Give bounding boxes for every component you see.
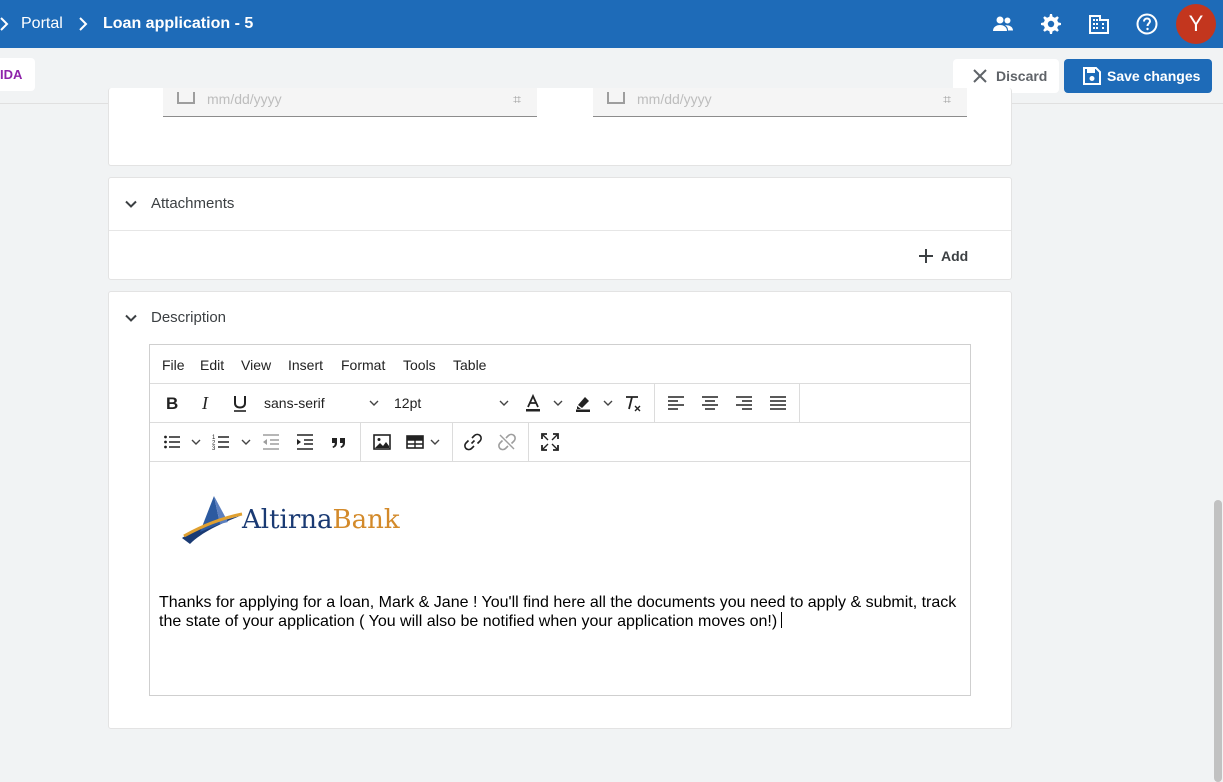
chevron-down-icon[interactable] [603,398,613,408]
attachments-header[interactable]: Attachments [109,178,1011,230]
image-icon[interactable] [372,432,392,452]
rich-text-editor: File Edit View Insert Format Tools Table… [149,344,971,696]
editor-paragraph: Thanks for applying for a loan, Mark & J… [159,594,967,631]
underline-icon[interactable] [230,393,250,413]
close-icon [973,69,987,83]
chevron-down-icon[interactable] [369,398,379,408]
breadcrumb-chevron-icon [79,17,88,31]
editor-toolbar-row-2: 123 [150,423,970,462]
top-bar: Portal Loan application - 5 Y [0,0,1223,48]
align-justify-icon[interactable] [768,393,788,413]
indent-icon[interactable] [295,432,315,452]
record-chip[interactable]: IDA [0,58,35,91]
menu-insert[interactable]: Insert [288,357,323,373]
align-left-icon[interactable] [666,393,686,413]
bullet-list-icon[interactable] [162,432,182,452]
save-button-label: Save changes [1107,68,1201,84]
end-date-placeholder: mm/dd/yyyy [637,91,712,107]
save-icon [1083,67,1101,85]
menu-table[interactable]: Table [453,357,486,373]
description-header[interactable]: Description [109,292,1011,344]
breadcrumb-chevron-icon [0,17,9,31]
description-title: Description [151,309,227,326]
italic-icon[interactable]: I [196,393,216,413]
blockquote-icon[interactable] [329,432,349,452]
calendar-icon [177,92,195,104]
page-title: Loan application - 5 [103,15,254,32]
discard-button-label: Discard [996,68,1048,84]
align-center-icon[interactable] [700,393,720,413]
building-icon[interactable] [1087,12,1111,36]
menu-edit[interactable]: Edit [200,357,224,373]
start-date-placeholder: mm/dd/yyyy [207,91,282,107]
add-attachment-label: Add [941,248,969,264]
chevron-down-icon[interactable] [241,437,251,447]
gear-icon[interactable] [1039,12,1063,36]
add-attachment-button[interactable]: Add [915,244,995,268]
bank-logo-mark [182,496,243,544]
menu-format[interactable]: Format [341,357,385,373]
chevron-down-icon [125,314,137,322]
end-date-field[interactable]: mm/dd/yyyy ⌗ [593,88,967,117]
editor-content[interactable]: AltirnaBank Thanks for applying for a lo… [150,462,970,695]
editor-toolbar-row-1: B I sans-serif 12pt [150,384,970,423]
plus-icon [919,249,933,263]
menu-tools[interactable]: Tools [403,357,436,373]
date-picker-icon[interactable]: ⌗ [943,91,951,108]
numbered-list-icon[interactable]: 123 [211,432,231,452]
link-icon[interactable] [463,432,483,452]
calendar-icon [607,92,625,104]
people-icon[interactable] [991,12,1015,36]
align-right-icon[interactable] [734,393,754,413]
toolbar-separator [654,384,655,422]
logo-word-2: Bank [332,505,400,535]
bold-icon[interactable]: B [162,393,182,413]
breadcrumb-portal[interactable]: Portal [21,14,63,34]
text-color-icon[interactable] [523,393,543,413]
toolbar-separator [452,423,453,461]
attachments-title: Attachments [151,195,235,212]
table-icon[interactable] [405,432,425,452]
divider [109,230,1011,231]
svg-text:3: 3 [212,446,216,452]
editor-menubar: File Edit View Insert Format Tools Table [150,345,970,384]
attachments-panel: Attachments Add [108,177,1012,280]
start-date-field[interactable]: mm/dd/yyyy ⌗ [163,88,537,117]
svg-text:I: I [201,393,209,413]
chevron-down-icon [125,200,137,208]
chevron-down-icon[interactable] [499,398,509,408]
toolbar-separator [360,423,361,461]
toolbar-separator [528,423,529,461]
avatar[interactable]: Y [1176,4,1216,44]
highlight-icon[interactable] [573,393,593,413]
font-size-select[interactable]: 12pt [394,395,421,411]
altirnabank-logo: AltirnaBank [180,492,400,546]
menu-file[interactable]: File [162,357,185,373]
svg-text:B: B [166,394,178,413]
record-chip-label: IDA [0,67,23,82]
help-icon[interactable] [1135,12,1159,36]
scrollbar-thumb[interactable] [1214,500,1222,782]
text-cursor [781,612,783,628]
clear-formatting-icon[interactable] [623,393,643,413]
editor-paragraph-text: Thanks for applying for a loan, Mark & J… [159,594,957,630]
logo-wordmark: AltirnaBank [242,505,400,535]
outdent-icon[interactable] [261,432,281,452]
description-panel: Description File Edit View Insert Format… [108,291,1012,729]
chevron-down-icon[interactable] [553,398,563,408]
toolbar-separator [799,384,800,422]
font-family-select[interactable]: sans-serif [264,395,325,411]
save-button[interactable]: Save changes [1064,59,1212,93]
dates-panel: mm/dd/yyyy ⌗ mm/dd/yyyy ⌗ [108,88,1012,166]
date-picker-icon[interactable]: ⌗ [513,91,521,108]
menu-view[interactable]: View [241,357,271,373]
unlink-icon[interactable] [497,432,517,452]
fullscreen-icon[interactable] [540,432,560,452]
chevron-down-icon[interactable] [430,437,440,447]
chevron-down-icon[interactable] [191,437,201,447]
logo-word-1: Altirna [242,505,333,535]
